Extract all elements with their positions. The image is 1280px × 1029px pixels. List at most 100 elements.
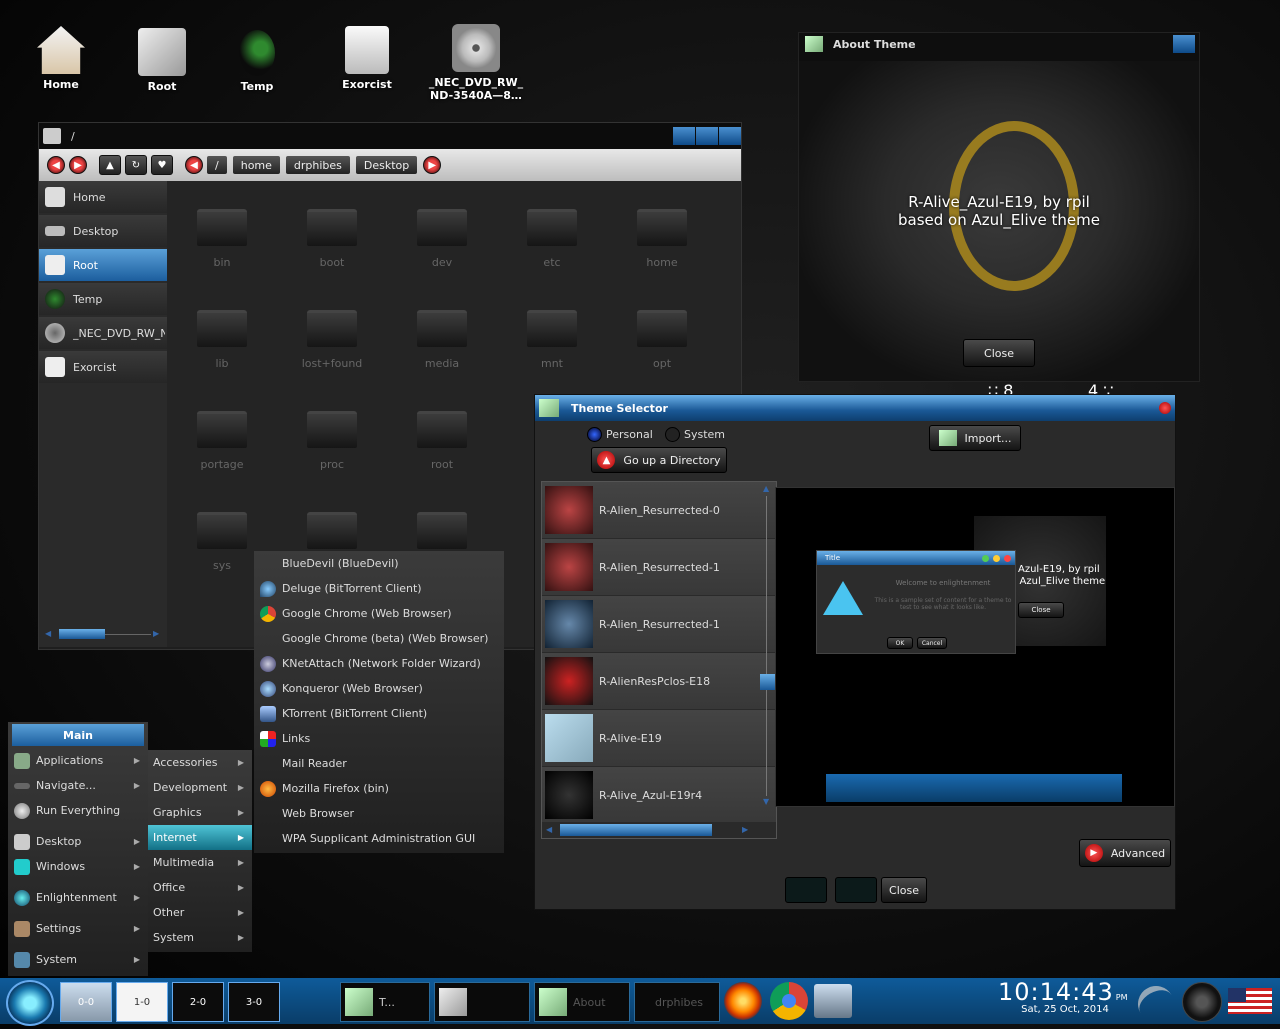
up-icon[interactable]: ▲ [99, 155, 121, 175]
folder-proc[interactable]: proc [287, 411, 377, 471]
menu-item-deluge[interactable]: Deluge (BitTorrent Client) [254, 576, 504, 601]
menu-item-ktorrent[interactable]: KTorrent (BitTorrent Client) [254, 701, 504, 726]
folder-bin[interactable]: bin [177, 209, 267, 269]
scroll-left-icon[interactable]: ◀ [45, 629, 51, 638]
folder-home[interactable]: home [617, 209, 707, 269]
menu-item-system[interactable]: System ▶ [148, 925, 252, 950]
refresh-icon[interactable]: ↻ [125, 155, 147, 175]
sidebar-item-desktop[interactable]: Desktop [39, 215, 167, 247]
menu-item-mail-reader[interactable]: Mail Reader [254, 751, 504, 776]
list-item[interactable]: R-Alien_Resurrected-1 [542, 596, 776, 653]
menu-item-applications[interactable]: Applications ▶ [8, 748, 148, 773]
list-item[interactable]: R-AlienResPclos-E18 [542, 653, 776, 710]
crumb-desktop[interactable]: Desktop [355, 156, 418, 174]
desktop-icon-root[interactable]: Root [112, 28, 212, 93]
theme-selector-titlebar[interactable]: Theme Selector [535, 395, 1175, 421]
radio-personal[interactable]: Personal [587, 427, 653, 442]
close-button[interactable]: Close [881, 877, 927, 903]
sidebar-item-dvd[interactable]: _NEC_DVD_RW_N [39, 317, 167, 349]
scroll-up-icon[interactable]: ▲ [763, 484, 769, 493]
scrollbar-thumb[interactable] [560, 824, 712, 836]
chrome-launcher-icon[interactable] [770, 982, 808, 1020]
folder-portage[interactable]: portage [177, 411, 267, 471]
menu-item-run-everything[interactable]: Run Everything [8, 798, 148, 823]
close-button[interactable] [719, 127, 741, 145]
menu-item-web-browser[interactable]: Web Browser [254, 801, 504, 826]
list-item[interactable]: R-Alive_Azul-E19r4 [542, 767, 776, 824]
radio-system[interactable]: System [665, 427, 725, 442]
menu-item-other[interactable]: Other ▶ [148, 900, 252, 925]
keyboard-layout-flag-icon[interactable] [1228, 988, 1272, 1014]
task-about[interactable]: About [534, 982, 630, 1022]
menu-item-graphics[interactable]: Graphics ▶ [148, 800, 252, 825]
list-item[interactable]: R-Alien_Resurrected-0 [542, 482, 776, 539]
import-button[interactable]: Import... [929, 425, 1021, 451]
forward-icon[interactable]: ▶ [69, 156, 87, 174]
folder-boot[interactable]: boot [287, 209, 377, 269]
about-close-button[interactable]: Close [963, 339, 1035, 367]
wifi-icon[interactable] [1131, 979, 1181, 1029]
list-vertical-scrollbar[interactable]: ▲ ▼ [760, 484, 776, 806]
menu-item-chrome-beta[interactable]: Google Chrome (beta) (Web Browser) [254, 626, 504, 651]
file-manager-titlebar[interactable]: / [39, 123, 741, 149]
desktop-icon-temp[interactable]: Temp [207, 30, 307, 93]
menu-item-firefox[interactable]: Mozilla Firefox (bin) [254, 776, 504, 801]
list-item[interactable]: R-Alive-E19 [542, 710, 776, 767]
go-up-directory-button[interactable]: ▲ Go up a Directory [591, 447, 727, 473]
sidebar-item-exorcist[interactable]: Exorcist [39, 351, 167, 383]
menu-item-enlightenment[interactable]: Enlightenment ▶ [8, 885, 148, 910]
menu-item-settings[interactable]: Settings ▶ [8, 916, 148, 941]
close-button[interactable] [1159, 402, 1171, 414]
menu-item-system[interactable]: System ▶ [8, 947, 148, 972]
task-root[interactable] [434, 982, 530, 1022]
sidebar-item-temp[interactable]: Temp [39, 283, 167, 315]
scroll-right-icon[interactable]: ▶ [742, 825, 748, 834]
sidebar-item-root[interactable]: Root [39, 249, 167, 281]
about-titlebar[interactable]: About Theme [799, 33, 1199, 55]
menu-item-office[interactable]: Office ▶ [148, 875, 252, 900]
scroll-right-icon[interactable]: ▶ [153, 629, 159, 638]
horizontal-scrollbar[interactable]: ◀ ▶ [43, 627, 163, 641]
crumb-drphibes[interactable]: drphibes [285, 156, 350, 174]
pager-desk-2-0[interactable]: 2-0 [172, 982, 224, 1022]
maximize-button[interactable] [696, 127, 718, 145]
menu-item-chrome[interactable]: Google Chrome (Web Browser) [254, 601, 504, 626]
menu-item-bluedevil[interactable]: BlueDevil (BlueDevil) [254, 551, 504, 576]
folder-lost-found[interactable]: lost+found [287, 310, 377, 370]
desktop-icon-dvd[interactable]: _NEC_DVD_RW_ ND-3540A—8… [426, 24, 526, 102]
favorites-icon[interactable]: ♥ [151, 155, 173, 175]
folder-media[interactable]: media [397, 310, 487, 370]
back-icon[interactable]: ◀ [47, 156, 65, 174]
menu-item-windows[interactable]: Windows ▶ [8, 854, 148, 879]
scroll-left-icon[interactable]: ◀ [546, 825, 552, 834]
crumb-root[interactable]: / [207, 156, 227, 174]
scroll-down-icon[interactable]: ▼ [763, 797, 769, 806]
folder-opt[interactable]: opt [617, 310, 707, 370]
crumb-home[interactable]: home [232, 156, 280, 174]
scrollbar-thumb[interactable] [59, 629, 105, 639]
desktop-icon-exorcist[interactable]: Exorcist [317, 26, 417, 91]
clock[interactable]: 10:14:43 PM Sat, 25 Oct, 2014 [998, 978, 1132, 1024]
menu-item-knetattach[interactable]: KNetAttach (Network Folder Wizard) [254, 651, 504, 676]
folder-etc[interactable]: etc [507, 209, 597, 269]
folder-dev[interactable]: dev [397, 209, 487, 269]
menu-item-multimedia[interactable]: Multimedia ▶ [148, 850, 252, 875]
sidebar-item-home[interactable]: Home [39, 181, 167, 213]
screenshot-launcher-icon[interactable] [814, 984, 852, 1018]
close-button[interactable] [1173, 35, 1195, 53]
advanced-button[interactable]: ▶ Advanced [1079, 839, 1171, 867]
blank-button[interactable] [785, 877, 827, 903]
task-theme-selector[interactable]: T... [340, 982, 430, 1022]
pager-desk-3-0[interactable]: 3-0 [228, 982, 280, 1022]
volume-knob-icon[interactable] [1182, 982, 1222, 1022]
menu-item-konqueror[interactable]: Konqueror (Web Browser) [254, 676, 504, 701]
iconify-button[interactable] [673, 127, 695, 145]
list-item[interactable]: R-Alien_Resurrected-1 [542, 539, 776, 596]
menu-item-accessories[interactable]: Accessories ▶ [148, 750, 252, 775]
menu-item-development[interactable]: Development ▶ [148, 775, 252, 800]
folder-root[interactable]: root [397, 411, 487, 471]
pager-desk-0-0[interactable]: 0-0 [60, 982, 112, 1022]
folder-mnt[interactable]: mnt [507, 310, 597, 370]
menu-item-internet[interactable]: Internet ▶ [148, 825, 252, 850]
pager-desk-1-0[interactable]: 1-0 [116, 982, 168, 1022]
